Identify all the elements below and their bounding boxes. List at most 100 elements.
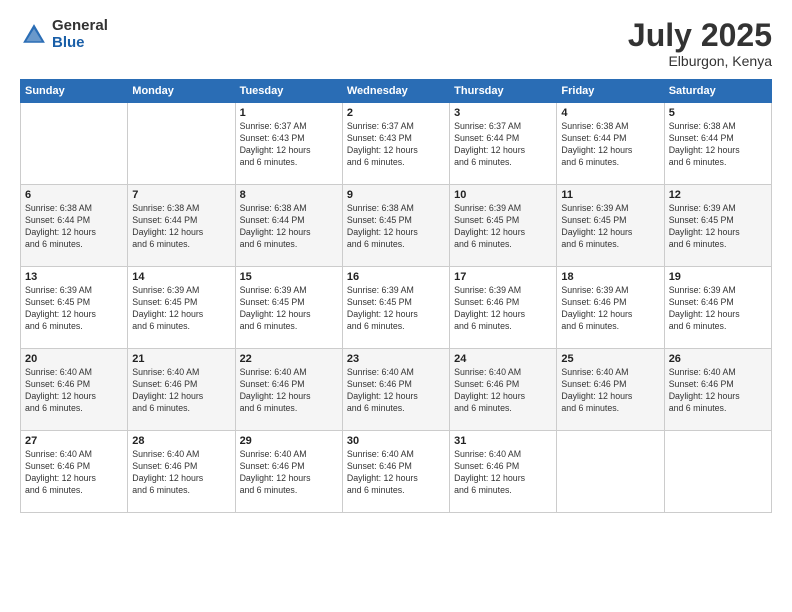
page: General Blue July 2025 Elburgon, Kenya S… [0,0,792,612]
day-cell: 22Sunrise: 6:40 AM Sunset: 6:46 PM Dayli… [235,349,342,431]
day-number: 31 [454,435,552,447]
day-number: 24 [454,353,552,365]
day-detail: Sunrise: 6:40 AM Sunset: 6:46 PM Dayligh… [454,449,552,497]
day-cell: 2Sunrise: 6:37 AM Sunset: 6:43 PM Daylig… [342,103,449,185]
day-detail: Sunrise: 6:38 AM Sunset: 6:44 PM Dayligh… [25,203,123,251]
logo: General Blue [20,18,108,51]
col-tuesday: Tuesday [235,80,342,103]
day-detail: Sunrise: 6:39 AM Sunset: 6:46 PM Dayligh… [669,285,767,333]
day-cell [664,431,771,513]
day-number: 15 [240,271,338,283]
logo-icon [20,21,48,49]
day-cell: 3Sunrise: 6:37 AM Sunset: 6:44 PM Daylig… [450,103,557,185]
day-detail: Sunrise: 6:39 AM Sunset: 6:45 PM Dayligh… [669,203,767,251]
day-detail: Sunrise: 6:39 AM Sunset: 6:46 PM Dayligh… [561,285,659,333]
day-number: 28 [132,435,230,447]
day-detail: Sunrise: 6:40 AM Sunset: 6:46 PM Dayligh… [240,367,338,415]
week-row-1: 6 Sunrise: 6:38 AM Sunset: 6:44 PM Daylig… [21,185,772,267]
day-detail: Sunrise: 6:40 AM Sunset: 6:46 PM Dayligh… [561,367,659,415]
day-detail: Sunrise: 6:38 AM Sunset: 6:44 PM Dayligh… [561,121,659,169]
day-detail: Sunrise: 6:40 AM Sunset: 6:46 PM Dayligh… [454,367,552,415]
day-cell: 26 Sunrise: 6:40 AM Sunset: 6:46 PM Dayli… [664,349,771,431]
col-sunday: Sunday [21,80,128,103]
day-number: 4 [561,107,659,119]
logo-text: General Blue [52,18,108,51]
week-row-0: 1Sunrise: 6:37 AM Sunset: 6:43 PM Daylig… [21,103,772,185]
day-cell: 31 Sunrise: 6:40 AM Sunset: 6:46 PM Dayli… [450,431,557,513]
day-number: 19 [669,271,767,283]
day-number: 7 [132,189,230,201]
day-cell: 27Sunrise: 6:40 AM Sunset: 6:46 PM Dayli… [21,431,128,513]
day-cell: 18 Sunrise: 6:39 AM Sunset: 6:46 PM Dayli… [557,267,664,349]
calendar-table: Sunday Monday Tuesday Wednesday Thursday… [20,79,772,513]
day-number: 21 [132,353,230,365]
day-cell [557,431,664,513]
day-detail: Sunrise: 6:37 AM Sunset: 6:43 PM Dayligh… [347,121,445,169]
day-detail: Sunrise: 6:40 AM Sunset: 6:46 PM Dayligh… [132,367,230,415]
day-number: 27 [25,435,123,447]
day-cell: 8 Sunrise: 6:38 AM Sunset: 6:44 PM Daylig… [235,185,342,267]
day-cell: 14 Sunrise: 6:39 AM Sunset: 6:45 PM Dayli… [128,267,235,349]
day-number: 14 [132,271,230,283]
day-number: 11 [561,189,659,201]
col-monday: Monday [128,80,235,103]
day-detail: Sunrise: 6:39 AM Sunset: 6:45 PM Dayligh… [240,285,338,333]
day-number: 9 [347,189,445,201]
day-detail: Sunrise: 6:39 AM Sunset: 6:46 PM Dayligh… [454,285,552,333]
day-detail: Sunrise: 6:39 AM Sunset: 6:45 PM Dayligh… [454,203,552,251]
day-number: 26 [669,353,767,365]
title-block: July 2025 Elburgon, Kenya [628,18,772,69]
day-detail: Sunrise: 6:38 AM Sunset: 6:44 PM Dayligh… [132,203,230,251]
calendar-subtitle: Elburgon, Kenya [628,53,772,69]
day-number: 18 [561,271,659,283]
day-detail: Sunrise: 6:39 AM Sunset: 6:45 PM Dayligh… [132,285,230,333]
day-cell: 7 Sunrise: 6:38 AM Sunset: 6:44 PM Daylig… [128,185,235,267]
day-cell: 1Sunrise: 6:37 AM Sunset: 6:43 PM Daylig… [235,103,342,185]
day-detail: Sunrise: 6:40 AM Sunset: 6:46 PM Dayligh… [669,367,767,415]
calendar-body: 1Sunrise: 6:37 AM Sunset: 6:43 PM Daylig… [21,103,772,513]
day-detail: Sunrise: 6:37 AM Sunset: 6:43 PM Dayligh… [240,121,338,169]
day-cell: 28Sunrise: 6:40 AM Sunset: 6:46 PM Dayli… [128,431,235,513]
week-row-3: 20Sunrise: 6:40 AM Sunset: 6:46 PM Dayli… [21,349,772,431]
day-detail: Sunrise: 6:39 AM Sunset: 6:45 PM Dayligh… [561,203,659,251]
day-number: 6 [25,189,123,201]
day-cell: 30Sunrise: 6:40 AM Sunset: 6:46 PM Dayli… [342,431,449,513]
day-detail: Sunrise: 6:38 AM Sunset: 6:44 PM Dayligh… [240,203,338,251]
day-cell: 10 Sunrise: 6:39 AM Sunset: 6:45 PM Dayli… [450,185,557,267]
day-number: 12 [669,189,767,201]
day-number: 30 [347,435,445,447]
day-detail: Sunrise: 6:40 AM Sunset: 6:46 PM Dayligh… [347,367,445,415]
day-cell: 23Sunrise: 6:40 AM Sunset: 6:46 PM Dayli… [342,349,449,431]
day-detail: Sunrise: 6:39 AM Sunset: 6:45 PM Dayligh… [25,285,123,333]
day-number: 13 [25,271,123,283]
day-cell: 21 Sunrise: 6:40 AM Sunset: 6:46 PM Dayli… [128,349,235,431]
day-detail: Sunrise: 6:37 AM Sunset: 6:44 PM Dayligh… [454,121,552,169]
day-cell: 19 Sunrise: 6:39 AM Sunset: 6:46 PM Dayli… [664,267,771,349]
day-cell [21,103,128,185]
day-number: 17 [454,271,552,283]
day-number: 10 [454,189,552,201]
day-cell: 16Sunrise: 6:39 AM Sunset: 6:45 PM Dayli… [342,267,449,349]
day-detail: Sunrise: 6:40 AM Sunset: 6:46 PM Dayligh… [240,449,338,497]
day-cell [128,103,235,185]
day-number: 16 [347,271,445,283]
day-cell: 5Sunrise: 6:38 AM Sunset: 6:44 PM Daylig… [664,103,771,185]
day-number: 29 [240,435,338,447]
day-cell: 17 Sunrise: 6:39 AM Sunset: 6:46 PM Dayli… [450,267,557,349]
day-cell: 29 Sunrise: 6:40 AM Sunset: 6:46 PM Dayli… [235,431,342,513]
header: General Blue July 2025 Elburgon, Kenya [20,18,772,69]
week-row-2: 13 Sunrise: 6:39 AM Sunset: 6:45 PM Dayli… [21,267,772,349]
col-saturday: Saturday [664,80,771,103]
day-detail: Sunrise: 6:38 AM Sunset: 6:45 PM Dayligh… [347,203,445,251]
col-friday: Friday [557,80,664,103]
day-cell: 24 Sunrise: 6:40 AM Sunset: 6:46 PM Dayli… [450,349,557,431]
col-thursday: Thursday [450,80,557,103]
day-cell: 20Sunrise: 6:40 AM Sunset: 6:46 PM Dayli… [21,349,128,431]
day-cell: 6 Sunrise: 6:38 AM Sunset: 6:44 PM Daylig… [21,185,128,267]
logo-blue-text: Blue [52,35,108,52]
day-detail: Sunrise: 6:38 AM Sunset: 6:44 PM Dayligh… [669,121,767,169]
day-number: 8 [240,189,338,201]
day-cell: 25Sunrise: 6:40 AM Sunset: 6:46 PM Dayli… [557,349,664,431]
day-cell: 9 Sunrise: 6:38 AM Sunset: 6:45 PM Daylig… [342,185,449,267]
day-cell: 4 Sunrise: 6:38 AM Sunset: 6:44 PM Daylig… [557,103,664,185]
